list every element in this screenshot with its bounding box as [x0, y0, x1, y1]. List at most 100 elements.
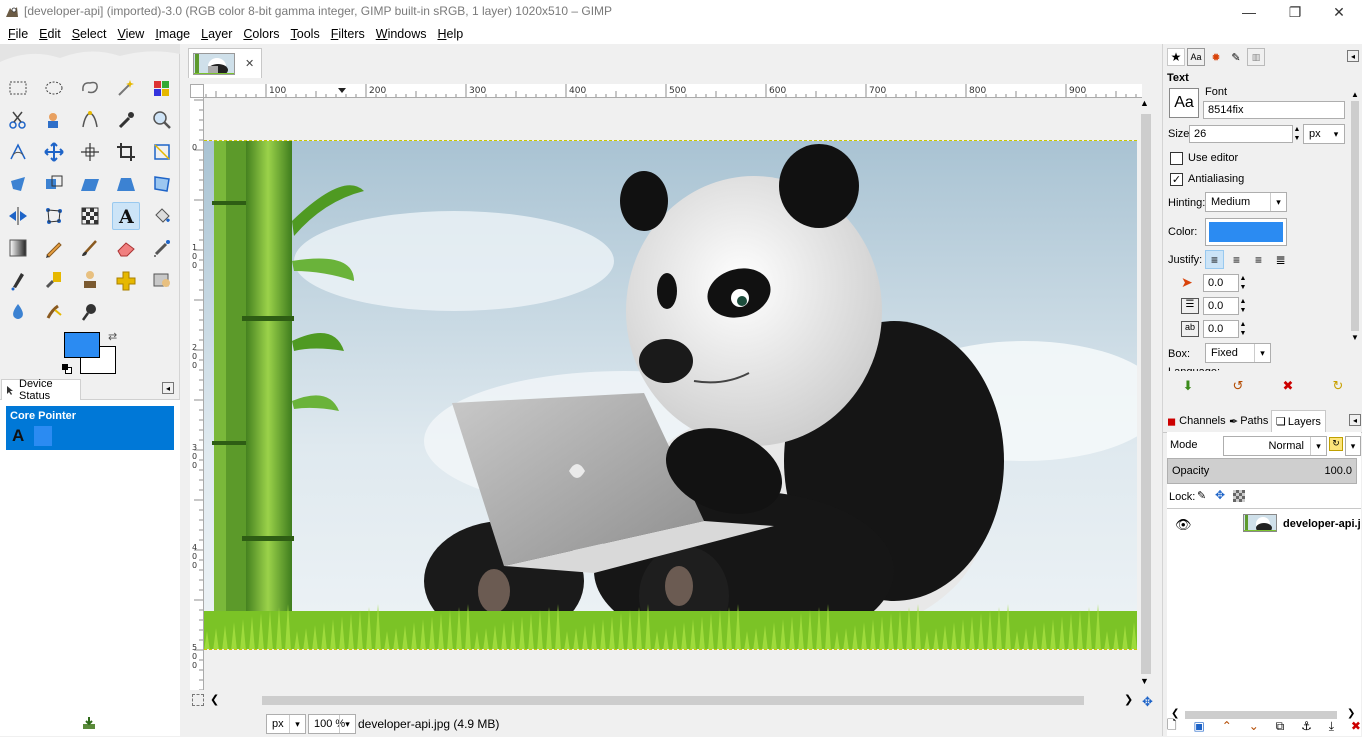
indent-spinner[interactable]: ▲ ▼: [1239, 274, 1247, 292]
hinting-select[interactable]: Medium ▾: [1205, 192, 1287, 212]
scale-tool-icon[interactable]: [40, 170, 68, 198]
mode-select[interactable]: Normal ▾: [1223, 436, 1327, 456]
menu-select[interactable]: Select: [67, 27, 112, 41]
color-picker-tool-icon[interactable]: [112, 106, 140, 134]
ink-tool-icon[interactable]: [4, 266, 32, 294]
scissors-select-tool-icon[interactable]: [4, 106, 32, 134]
blend-tool-icon[interactable]: [4, 234, 32, 262]
free-select-tool-icon[interactable]: [76, 74, 104, 102]
dodge-burn-tool-icon[interactable]: [76, 298, 104, 326]
blur-sharpen-tool-icon[interactable]: [4, 298, 32, 326]
scroll-left-icon[interactable]: ❮: [210, 693, 219, 706]
menu-tools[interactable]: Tools: [286, 27, 325, 41]
pencil-tool-icon[interactable]: [40, 234, 68, 262]
size-unit-select[interactable]: px ▾: [1303, 124, 1345, 144]
move-tool-icon[interactable]: [40, 138, 68, 166]
vertical-ruler[interactable]: 0100200300400500: [190, 98, 204, 690]
chevron-down-icon[interactable]: ▾: [1345, 436, 1361, 456]
foreground-select-tool-icon[interactable]: [40, 106, 68, 134]
mypaint-brush-tool-icon[interactable]: [40, 266, 68, 294]
delete-options-icon[interactable]: ✖: [1283, 378, 1294, 394]
restore-options-icon[interactable]: ↺: [1233, 378, 1244, 394]
scroll-down-icon[interactable]: ▼: [1140, 676, 1149, 686]
box-select[interactable]: Fixed ▾: [1205, 343, 1271, 363]
vertical-scrollbar[interactable]: ▲ ▼: [1138, 98, 1154, 690]
image-canvas[interactable]: [204, 140, 1137, 650]
tab-device-status[interactable]: Device Status: [1, 378, 81, 402]
lower-layer-icon[interactable]: ⌄: [1249, 719, 1259, 733]
quick-mask-toggle-icon[interactable]: [192, 694, 204, 706]
canvas-viewport[interactable]: [204, 98, 1138, 690]
tab-channels[interactable]: ◼ Channels: [1163, 410, 1230, 432]
menu-view[interactable]: View: [112, 27, 149, 41]
layer-visibility-eye-icon[interactable]: 👁: [1175, 517, 1192, 533]
save-options-icon[interactable]: ⬇: [1183, 378, 1194, 394]
justify-right-icon[interactable]: ≡: [1227, 250, 1246, 269]
paintbrush-tool-icon[interactable]: [76, 234, 104, 262]
size-spinner[interactable]: ▲ ▼: [1293, 125, 1301, 143]
scroll-right-icon[interactable]: ❯: [1124, 693, 1133, 706]
lock-pixels-icon[interactable]: ✎: [1197, 489, 1206, 502]
merge-layer-icon[interactable]: ⤓: [1329, 719, 1334, 734]
new-layer-icon[interactable]: 🗋: [1167, 716, 1177, 737]
raise-layer-icon[interactable]: ⌃: [1222, 719, 1232, 733]
menu-file[interactable]: File: [3, 27, 33, 41]
perspective-tool-icon[interactable]: [112, 170, 140, 198]
zoom-tool-icon[interactable]: [148, 106, 176, 134]
size-input[interactable]: 26: [1189, 125, 1293, 143]
fonts-tab-icon[interactable]: Aa: [1187, 48, 1205, 66]
reset-options-icon[interactable]: ↻: [1333, 378, 1344, 394]
clone-tool-icon[interactable]: [76, 266, 104, 294]
quick-mask-corner[interactable]: [190, 84, 204, 98]
duplicate-layer-icon[interactable]: ⧉: [1276, 719, 1285, 734]
zoom-select[interactable]: 100 % ▾: [308, 714, 356, 734]
save-device-status-icon[interactable]: [82, 716, 96, 733]
lock-alpha-icon[interactable]: [1233, 490, 1245, 502]
text-color-button[interactable]: [1205, 218, 1287, 246]
measure-tool-icon[interactable]: [4, 138, 32, 166]
crop-tool-icon[interactable]: [112, 138, 140, 166]
airbrush-tool-icon[interactable]: [148, 234, 176, 262]
justify-center-icon[interactable]: ≡: [1249, 250, 1268, 269]
histogram-tab-icon[interactable]: ▥: [1247, 48, 1265, 66]
foreground-color-swatch[interactable]: [64, 332, 100, 358]
anchor-layer-icon[interactable]: ⚓: [1301, 719, 1312, 733]
configure-tab-icon[interactable]: ◂: [162, 382, 174, 394]
new-layer-group-icon[interactable]: ▣: [1194, 719, 1205, 733]
layer-mode-switch-icon[interactable]: ↻: [1329, 437, 1343, 451]
ellipse-select-tool-icon[interactable]: [40, 74, 68, 102]
select-by-color-tool-icon[interactable]: [148, 74, 176, 102]
default-colors-icon[interactable]: [62, 364, 72, 374]
cage-transform-tool-icon[interactable]: [148, 170, 176, 198]
shear-tool-icon[interactable]: [76, 170, 104, 198]
core-pointer-item[interactable]: Core Pointer A: [6, 406, 174, 450]
smudge-tool-icon[interactable]: [40, 298, 68, 326]
menu-help[interactable]: Help: [432, 27, 468, 41]
line-spacing-spinner[interactable]: ▲ ▼: [1239, 297, 1247, 315]
font-input[interactable]: 8514fix: [1203, 101, 1345, 119]
vertical-scroll-thumb[interactable]: [1141, 114, 1151, 674]
opacity-slider[interactable]: Opacity 100.0: [1167, 458, 1357, 484]
unified-transform-tool-icon[interactable]: [148, 138, 176, 166]
indent-input[interactable]: 0.0: [1203, 274, 1239, 292]
unit-select[interactable]: px ▾: [266, 714, 306, 734]
layer-row[interactable]: 👁 developer-api.jpg: [1167, 510, 1361, 540]
delete-layer-icon[interactable]: ✖: [1351, 719, 1361, 733]
perspective-clone-tool-icon[interactable]: [148, 266, 176, 294]
handle-transform-tool-icon[interactable]: [76, 202, 104, 230]
close-window-button[interactable]: ✕: [1316, 0, 1362, 24]
rotate-tool-icon[interactable]: [4, 170, 32, 198]
eraser-tool-icon[interactable]: [112, 234, 140, 262]
heal-tool-icon[interactable]: [112, 266, 140, 294]
configure-tab-icon[interactable]: ◂: [1347, 50, 1359, 62]
minimize-button[interactable]: —: [1226, 0, 1272, 24]
lock-position-icon[interactable]: ✥: [1215, 488, 1225, 502]
tool-options-scrollbar[interactable]: ▲ ▼: [1349, 90, 1361, 370]
horizontal-scroll-thumb[interactable]: [262, 696, 1084, 705]
horizontal-scrollbar[interactable]: ❮ ❯: [204, 692, 1138, 708]
image-tab[interactable]: ✕: [188, 48, 262, 78]
restore-button[interactable]: ❐: [1272, 0, 1318, 24]
warp-transform-tool-icon[interactable]: [40, 202, 68, 230]
brushes-tab-icon[interactable]: ✹: [1207, 48, 1225, 66]
tool-options-tab-icon[interactable]: ★: [1167, 48, 1185, 66]
